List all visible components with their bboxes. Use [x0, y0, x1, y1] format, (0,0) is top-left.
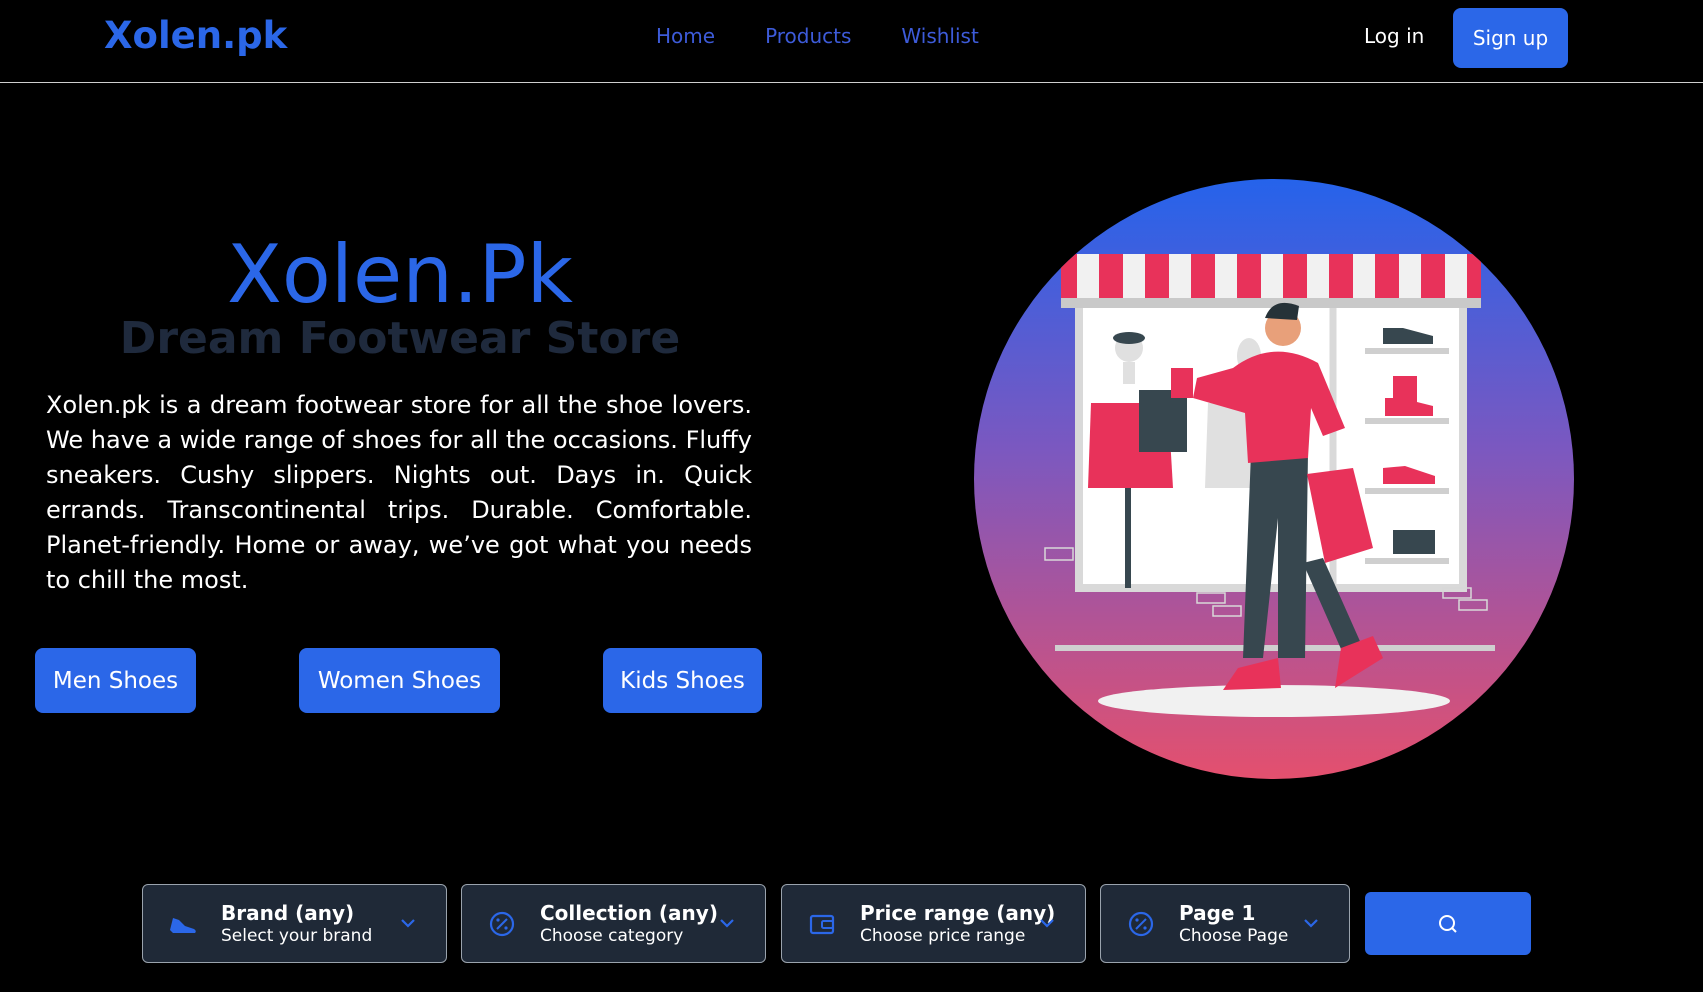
awning	[1061, 254, 1481, 308]
login-link[interactable]: Log in	[1364, 24, 1424, 48]
search-icon	[1439, 914, 1457, 933]
nav-products-link[interactable]: Products	[765, 24, 851, 48]
hero-title: Xolen.Pk	[227, 228, 573, 321]
collection-filter-subtitle: Choose category	[540, 925, 684, 946]
nav-home-link[interactable]: Home	[656, 24, 715, 48]
brand-filter-select[interactable]: Brand (any) Select your brand	[142, 884, 447, 963]
percent-badge-icon	[484, 906, 520, 942]
search-button[interactable]	[1365, 892, 1531, 955]
wallet-icon	[804, 906, 840, 942]
brand-filter-title: Brand (any)	[221, 900, 355, 925]
percent-badge-icon	[1123, 906, 1159, 942]
main-nav: Home Products Wishlist	[656, 24, 979, 48]
women-shoes-button[interactable]: Women Shoes	[299, 648, 500, 713]
price-range-filter-title: Price range (any)	[860, 900, 1056, 925]
price-range-filter-subtitle: Choose price range	[860, 925, 1026, 946]
nav-wishlist-link[interactable]: Wishlist	[901, 24, 978, 48]
page-filter-select[interactable]: Page 1 Choose Page	[1100, 884, 1350, 963]
hero-subtitle: Dream Footwear Store	[119, 313, 681, 364]
site-logo[interactable]: Xolen.pk	[104, 14, 287, 57]
signup-button[interactable]: Sign up	[1453, 8, 1568, 68]
kids-shoes-button[interactable]: Kids Shoes	[603, 648, 762, 713]
chevron-down-icon	[1040, 919, 1054, 928]
shoe-icon	[165, 906, 201, 942]
chevron-down-icon	[401, 919, 415, 928]
chevron-down-icon	[1304, 919, 1318, 928]
hero-description: Xolen.pk is a dream footwear store for a…	[46, 391, 752, 594]
men-shoes-button[interactable]: Men Shoes	[35, 648, 196, 713]
shopping-illustration	[974, 179, 1574, 779]
collection-filter-select[interactable]: Collection (any) Choose category	[461, 884, 766, 963]
top-navbar: Xolen.pk Home Products Wishlist Log in S…	[0, 0, 1703, 83]
brand-filter-subtitle: Select your brand	[221, 925, 373, 946]
price-range-filter-select[interactable]: Price range (any) Choose price range	[781, 884, 1086, 963]
chevron-down-icon	[720, 919, 734, 928]
page-filter-subtitle: Choose Page	[1179, 925, 1289, 946]
collection-filter-title: Collection (any)	[540, 900, 718, 925]
page-filter-title: Page 1	[1179, 900, 1256, 925]
